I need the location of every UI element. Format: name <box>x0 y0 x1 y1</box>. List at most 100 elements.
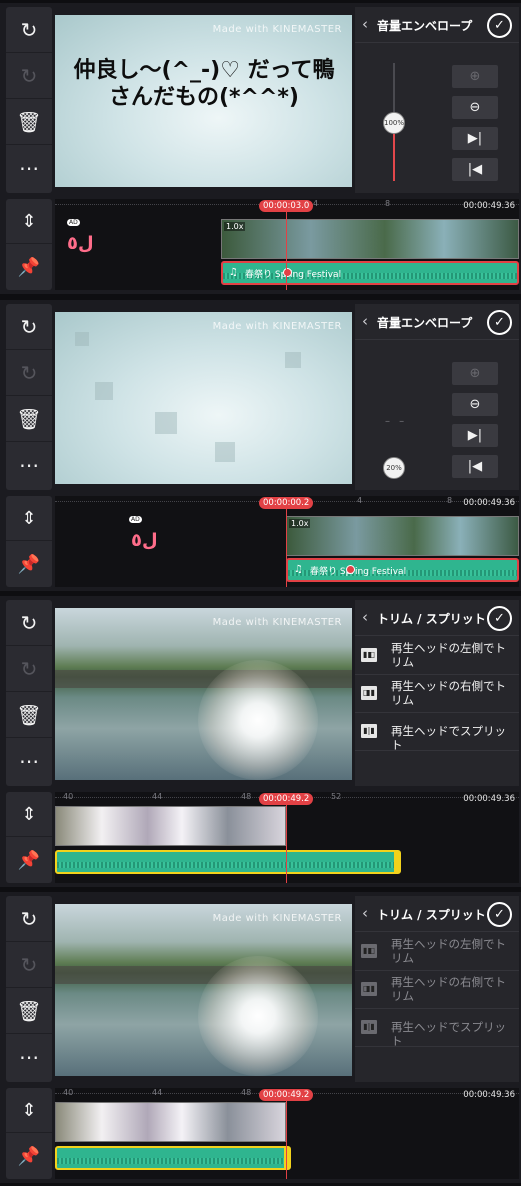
remove-keyframe-button[interactable]: ⊖ <box>452 393 498 416</box>
add-keyframe-button[interactable]: ⊕ <box>452 65 498 88</box>
undo-button[interactable]: ↻ <box>6 7 52 53</box>
trim-left-icon: ▮◧ <box>361 944 377 958</box>
audio-clip[interactable] <box>55 850 401 874</box>
next-keyframe-button[interactable]: ▶| <box>452 127 498 150</box>
ruler-tick: 44 <box>152 792 163 801</box>
volume-envelope-panel: ‹ 音量エンベロープ ✓ 100% ⊕ ⊖ ▶| |◀ <box>355 7 519 193</box>
playhead[interactable] <box>286 1100 287 1179</box>
volume-knob[interactable]: 20% <box>383 457 405 479</box>
timeline[interactable]: 40 44 48 00:00:49.2 00:00:49.36 <box>55 1088 519 1179</box>
video-preview[interactable]: Made with KINEMASTER <box>55 608 352 780</box>
expand-timeline-button[interactable]: ⇕ <box>6 1088 52 1133</box>
trim-left-option[interactable]: ▮◧ 再生ヘッドの左側でトリム <box>355 637 519 675</box>
back-icon[interactable]: ‹ <box>362 312 368 330</box>
confetti-square <box>155 412 177 434</box>
trim-right-option[interactable]: ◨▮ 再生ヘッドの右側でトリム <box>355 971 519 1009</box>
timeline[interactable]: 4 8 00:00:03.0 00:00:49.36 AD ل٥ 1.0x ♫ … <box>55 199 519 290</box>
playhead[interactable] <box>286 804 287 883</box>
video-clip[interactable] <box>55 806 286 846</box>
redo-button[interactable]: ↻ <box>6 350 52 396</box>
next-keyframe-icon: ▶| <box>467 428 483 443</box>
expand-timeline-button[interactable]: ⇕ <box>6 496 52 541</box>
add-keyframe-icon: ⊕ <box>469 366 481 381</box>
trim-left-option[interactable]: ▮◧ 再生ヘッドの左側でトリム <box>355 933 519 971</box>
volume-slider-track[interactable]: – – <box>385 416 407 427</box>
more-icon: ⋯ <box>19 749 39 773</box>
more-button[interactable]: ⋯ <box>6 442 52 488</box>
expand-timeline-button[interactable]: ⇕ <box>6 199 52 244</box>
video-clip[interactable]: 1.0x <box>221 219 519 259</box>
expand-icon: ⇕ <box>21 210 37 232</box>
undo-button[interactable]: ↻ <box>6 896 52 942</box>
delete-button[interactable]: 🗑 <box>6 988 52 1034</box>
undo-icon: ↻ <box>20 906 38 931</box>
remove-keyframe-icon: ⊖ <box>469 100 481 115</box>
audio-clip[interactable]: ♫ 春祭り Spring Festival <box>286 558 519 582</box>
more-button[interactable]: ⋯ <box>6 1034 52 1080</box>
subtitle-text[interactable]: 仲良し〜(^_-)♡ だって鴨さんだもの(*^^*) <box>73 57 335 111</box>
video-preview[interactable]: Made with KINEMASTER 仲良し〜(^_-)♡ だって鴨さんだも… <box>55 15 352 187</box>
done-button[interactable]: ✓ <box>487 606 512 631</box>
prev-keyframe-button[interactable]: |◀ <box>452 158 498 181</box>
timeline[interactable]: 4 8 00:00:00.2 00:00:49.36 AD ل٥ 1.0x ♫ … <box>55 496 519 587</box>
audio-clip[interactable]: ♫ 春祭り Spring Festival <box>221 261 519 285</box>
music-note-icon: ♫ <box>229 267 238 278</box>
trim-right-option[interactable]: ◨▮ 再生ヘッドの右側でトリム <box>355 675 519 713</box>
undo-button[interactable]: ↻ <box>6 600 52 646</box>
tool-column: ↻ ↻ 🗑 ⋯ <box>6 304 52 490</box>
back-icon[interactable]: ‹ <box>362 904 368 922</box>
delete-button[interactable]: 🗑 <box>6 99 52 145</box>
timeline[interactable]: 40 44 48 52 00:00:49.2 00:00:49.36 <box>55 792 519 883</box>
tool-column: ↻ ↻ 🗑 ⋯ <box>6 896 52 1082</box>
prev-keyframe-button[interactable]: |◀ <box>452 455 498 478</box>
split-option[interactable]: ▮|▮ 再生ヘッドでスプリット <box>355 713 519 752</box>
playhead[interactable] <box>286 211 287 290</box>
video-preview[interactable]: Made with KINEMASTER <box>55 904 352 1076</box>
timeline-tools: ⇕ 📌 <box>6 199 52 290</box>
undo-button[interactable]: ↻ <box>6 304 52 350</box>
more-button[interactable]: ⋯ <box>6 145 52 191</box>
redo-icon: ↻ <box>20 656 38 681</box>
add-keyframe-icon: ⊕ <box>469 69 481 84</box>
done-button[interactable]: ✓ <box>487 902 512 927</box>
confetti-square <box>215 442 235 462</box>
panel-title: トリム / スプリット <box>377 908 486 922</box>
confetti-square <box>95 382 113 400</box>
video-clip[interactable]: 1.0x <box>286 516 519 556</box>
sticker-layer[interactable]: ل٥ <box>67 233 94 254</box>
pin-button[interactable]: 📌 <box>6 542 52 587</box>
done-button[interactable]: ✓ <box>487 310 512 335</box>
total-time: 00:00:49.36 <box>463 794 515 804</box>
envelope-keyframe[interactable] <box>346 565 355 574</box>
volume-knob[interactable]: 100% <box>383 112 405 134</box>
back-icon[interactable]: ‹ <box>362 15 368 33</box>
delete-button[interactable]: 🗑 <box>6 692 52 738</box>
total-time: 00:00:49.36 <box>463 201 515 211</box>
trim-right-label: 再生ヘッドの右側でトリム <box>391 679 506 707</box>
panel-header: ‹ トリム / スプリット ✓ <box>355 896 519 932</box>
ruler-tick: 8 <box>385 199 391 208</box>
split-option[interactable]: ▮|▮ 再生ヘッドでスプリット <box>355 1009 519 1048</box>
pin-button[interactable]: 📌 <box>6 838 52 883</box>
audio-clip[interactable] <box>55 1146 291 1170</box>
pin-button[interactable]: 📌 <box>6 1134 52 1179</box>
remove-keyframe-button[interactable]: ⊖ <box>452 96 498 119</box>
add-keyframe-button[interactable]: ⊕ <box>452 362 498 385</box>
sticker-layer[interactable]: ل٥ <box>131 530 158 551</box>
music-note-icon: ♫ <box>294 564 303 575</box>
back-icon[interactable]: ‹ <box>362 608 368 626</box>
more-button[interactable]: ⋯ <box>6 738 52 784</box>
playhead[interactable] <box>286 508 287 587</box>
pin-button[interactable]: 📌 <box>6 245 52 290</box>
video-clip[interactable] <box>55 1102 286 1142</box>
delete-button[interactable]: 🗑 <box>6 396 52 442</box>
done-button[interactable]: ✓ <box>487 13 512 38</box>
next-keyframe-button[interactable]: ▶| <box>452 424 498 447</box>
redo-button[interactable]: ↻ <box>6 646 52 692</box>
redo-button[interactable]: ↻ <box>6 942 52 988</box>
redo-button[interactable]: ↻ <box>6 53 52 99</box>
video-preview[interactable]: Made with KINEMASTER <box>55 312 352 484</box>
expand-timeline-button[interactable]: ⇕ <box>6 792 52 837</box>
envelope-keyframe[interactable] <box>283 268 292 277</box>
audio-waveform <box>57 862 394 868</box>
